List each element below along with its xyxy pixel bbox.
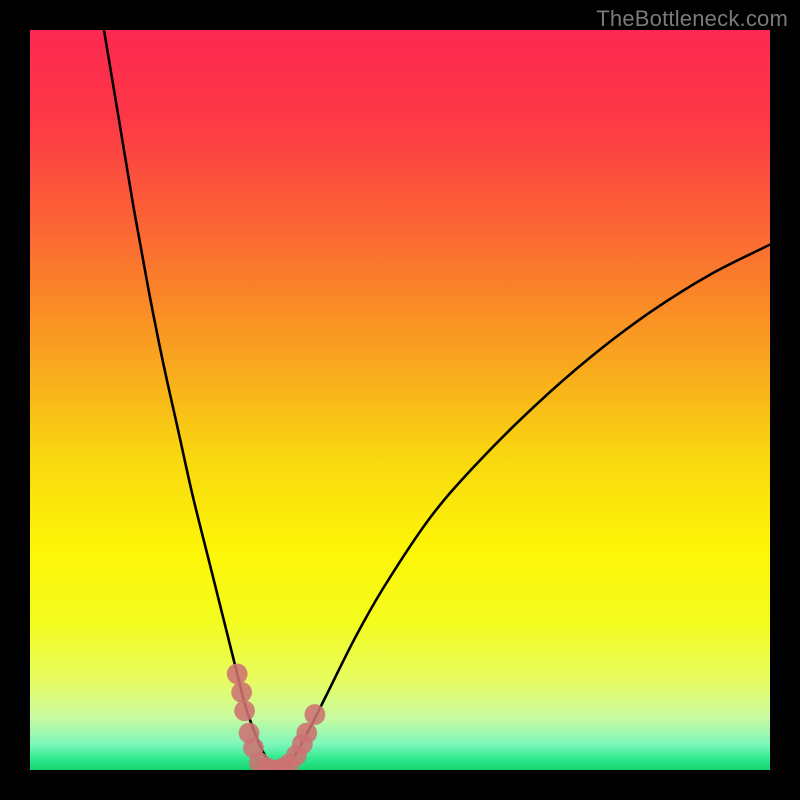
- data-marker: [305, 704, 326, 725]
- chart-svg: [30, 30, 770, 770]
- data-marker: [227, 663, 248, 684]
- watermark-text: TheBottleneck.com: [596, 6, 788, 32]
- data-marker: [231, 682, 252, 703]
- chart-frame: TheBottleneck.com: [0, 0, 800, 800]
- curve-right-branch: [274, 245, 770, 770]
- plot-area: [30, 30, 770, 770]
- curve-left-branch: [104, 30, 274, 770]
- data-marker: [234, 700, 255, 721]
- marker-group: [227, 663, 325, 770]
- data-marker: [296, 723, 317, 744]
